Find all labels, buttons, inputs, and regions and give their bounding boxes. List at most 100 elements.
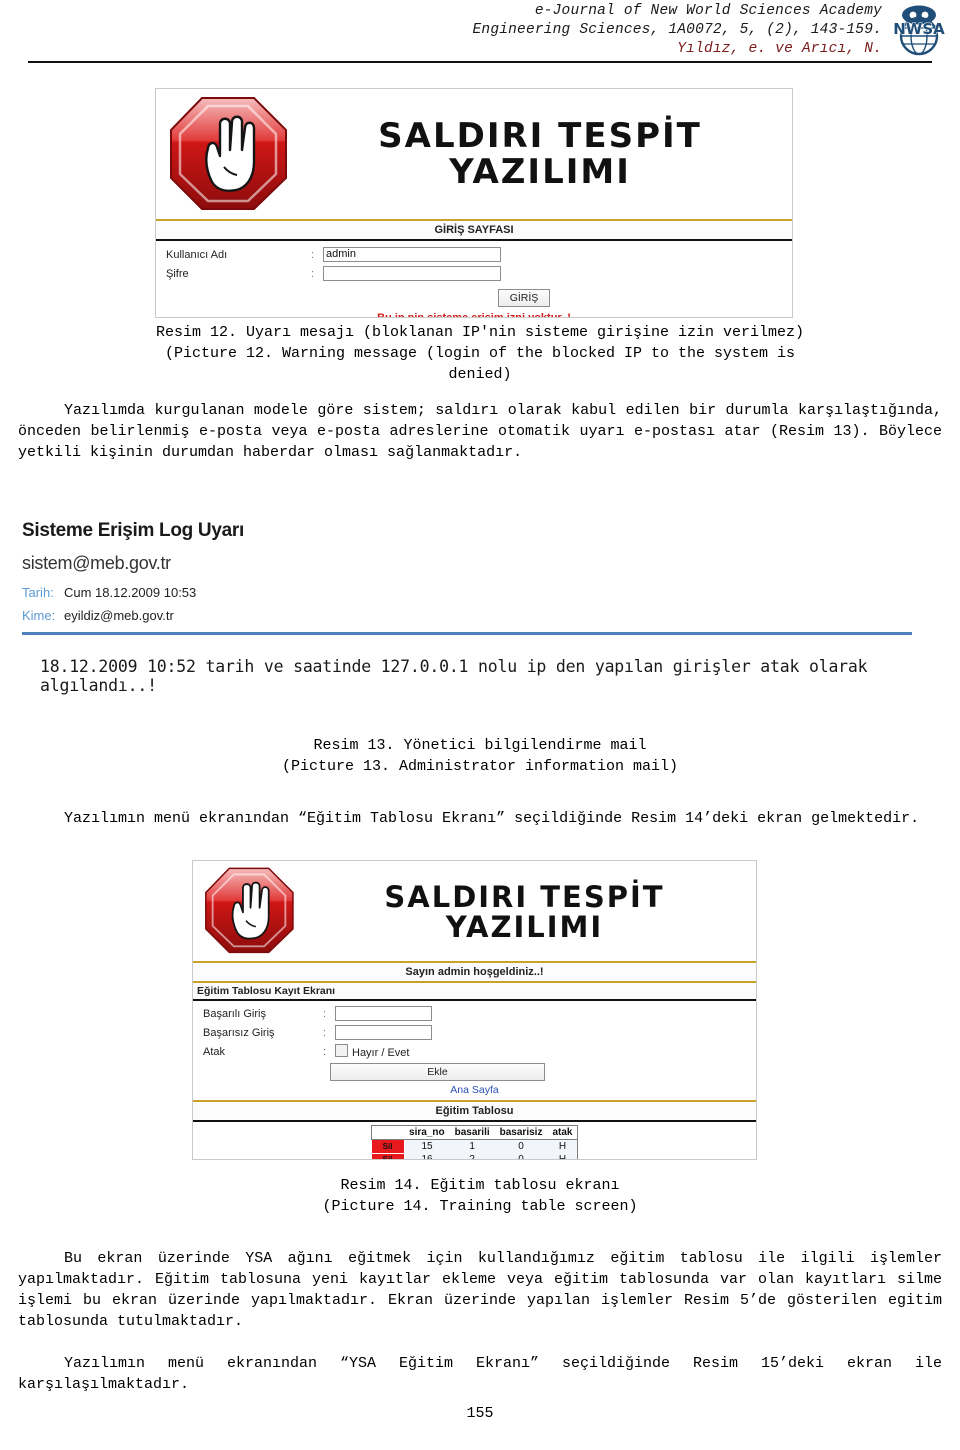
screenshot-training-table: SALDIRI TESPİT YAZILIMI Sayın admin hoşg… bbox=[192, 860, 757, 1160]
home-page-link[interactable]: Ana Sayfa bbox=[193, 1084, 756, 1096]
paragraph-email-alert: Yazılımda kurgulanan modele göre sistem;… bbox=[18, 400, 942, 463]
cell-basarili: 1 bbox=[449, 1139, 495, 1153]
table-header-sira-no: sira_no bbox=[404, 1125, 450, 1140]
login-form: Kullanıcı Adı : Şifre : GİRİŞ Bu ip nin … bbox=[156, 241, 792, 317]
username-colon: : bbox=[311, 248, 315, 261]
nwsa-logo: NWSA bbox=[886, 4, 952, 56]
attack-checkbox[interactable] bbox=[335, 1044, 348, 1057]
svg-text:NWSA: NWSA bbox=[893, 20, 945, 38]
screenshot-admin-mail: Sisteme Erişim Log Uyarı sistem@meb.gov.… bbox=[22, 520, 922, 725]
app-banner: SALDIRI TESPİT YAZILIMI bbox=[156, 89, 792, 219]
password-colon: : bbox=[311, 267, 315, 280]
caption-picture-14: Resim 14. Eğitim tablosu ekranı (Picture… bbox=[0, 1175, 960, 1217]
app-title-line2: YAZILIMI bbox=[449, 152, 631, 192]
password-label: Şifre bbox=[166, 267, 189, 280]
paragraph-training-table-menu: Yazılımın menü ekranından “Eğitim Tablos… bbox=[18, 808, 942, 829]
screenshot-login-denied: SALDIRI TESPİT YAZILIMI GİRİŞ SAYFASI Ku… bbox=[155, 88, 793, 318]
password-input[interactable] bbox=[323, 266, 501, 281]
cell-basarisiz: 0 bbox=[494, 1153, 548, 1159]
delete-row-button[interactable]: Sil bbox=[370, 1152, 405, 1159]
paragraph-training-table-menu-text: Yazılımın menü ekranından “Eğitim Tablos… bbox=[64, 810, 920, 827]
caption-picture-12: Resim 12. Uyarı mesajı (bloklanan IP'nin… bbox=[0, 322, 960, 385]
mail-subject: Sisteme Erişim Log Uyarı bbox=[22, 520, 244, 541]
app-title: SALDIRI TESPİT YAZILIMI bbox=[294, 119, 786, 190]
paragraph-training-table-usage: Bu ekran üzerinde YSA ağını eğitmek için… bbox=[18, 1248, 942, 1332]
training-record-form: Başarılı Giriş : Başarısız Giriş : Atak … bbox=[193, 1001, 756, 1096]
failed-login-label: Başarısız Giriş bbox=[203, 1026, 275, 1039]
username-row: Kullanıcı Adı : bbox=[156, 245, 792, 264]
training-table-bar: Eğitim Tablosu bbox=[193, 1102, 756, 1120]
journal-citation-line: Engineering Sciences, 1A0072, 5, (2), 14… bbox=[472, 22, 882, 38]
caption-14-line1: Resim 14. Eğitim tablosu ekranı bbox=[340, 1177, 620, 1194]
caption-12-line2: (Picture 12. Warning message (login of t… bbox=[164, 345, 796, 362]
stop-hand-icon bbox=[162, 90, 294, 221]
header-divider bbox=[28, 61, 932, 63]
mail-from-address: sistem@meb.gov.tr bbox=[22, 553, 171, 573]
caption-picture-13: Resim 13. Yönetici bilgilendirme mail (P… bbox=[0, 735, 960, 777]
cell-sira-no: 16 bbox=[404, 1153, 450, 1159]
app-title-2-line2: YAZILIMI bbox=[445, 910, 604, 944]
journal-title-line: e-Journal of New World Sciences Academy bbox=[534, 3, 882, 19]
table-header-atak: atak bbox=[547, 1125, 578, 1140]
username-input[interactable] bbox=[323, 247, 501, 262]
caption-12-line1: Resim 12. Uyarı mesajı (bloklanan IP'nin… bbox=[155, 324, 805, 341]
stop-hand-icon bbox=[199, 862, 299, 963]
attack-colon: : bbox=[323, 1045, 327, 1058]
username-label: Kullanıcı Adı bbox=[166, 248, 228, 261]
mail-to-row: Kime: eyildiz@meb.gov.tr bbox=[22, 608, 922, 623]
add-record-button[interactable]: Ekle bbox=[330, 1063, 545, 1081]
attack-label: Atak bbox=[203, 1045, 226, 1058]
cell-atak: H bbox=[547, 1139, 578, 1153]
success-login-row: Başarılı Giriş : bbox=[193, 1004, 756, 1023]
mail-date-value: Cum 18.12.2009 10:53 bbox=[64, 585, 197, 600]
welcome-bar: Sayın admin hoşgeldiniz..! bbox=[193, 963, 756, 981]
attack-row: Atak : Hayır / Evet bbox=[193, 1042, 756, 1061]
paragraph-ysa-training-menu: Yazılımın menü ekranından “YSA Eğitim Ek… bbox=[18, 1353, 942, 1395]
caption-14-line2: (Picture 14. Training table screen) bbox=[322, 1198, 638, 1215]
cell-sira-no: 15 bbox=[404, 1139, 450, 1153]
failed-login-input[interactable] bbox=[335, 1025, 432, 1040]
failed-login-row: Başarısız Giriş : bbox=[193, 1023, 756, 1042]
app-title-line1: SALDIRI TESPİT bbox=[378, 116, 702, 157]
page-header: e-Journal of New World Sciences Academy … bbox=[0, 0, 960, 63]
add-button-row: Ekle bbox=[193, 1063, 756, 1081]
paragraph-email-alert-text: Yazılımda kurgulanan modele göre sistem;… bbox=[18, 402, 942, 461]
success-login-label: Başarılı Giriş bbox=[203, 1007, 266, 1020]
mail-date-row: Tarih: Cum 18.12.2009 10:53 bbox=[22, 585, 922, 600]
mail-header-divider bbox=[22, 632, 912, 635]
paragraph-ysa-training-menu-text: Yazılımın menü ekranından “YSA Eğitim Ek… bbox=[18, 1355, 942, 1393]
app-title-2: SALDIRI TESPİT YAZILIMI bbox=[299, 879, 750, 944]
cell-basarili: 2 bbox=[449, 1153, 495, 1159]
login-page-bar: GİRİŞ SAYFASI bbox=[156, 221, 792, 239]
section-bar-record-screen: Eğitim Tablosu Kayıt Ekranı bbox=[193, 983, 756, 999]
journal-authors-line: Yıldız, e. ve Arıcı, N. bbox=[677, 41, 882, 57]
table-header-row: sira_no basarili basarisiz atak bbox=[371, 1125, 578, 1140]
app-title-2-line1: SALDIRI TESPİT bbox=[384, 879, 665, 914]
cell-basarisiz: 0 bbox=[494, 1139, 548, 1153]
training-data-table: sira_no basarili basarisiz atak Sil 15 1… bbox=[370, 1125, 579, 1159]
caption-13-line2: (Picture 13. Administrator information m… bbox=[281, 758, 679, 775]
table-header-delete bbox=[371, 1125, 405, 1140]
caption-12-line3: denied) bbox=[448, 366, 512, 383]
mail-date-label: Tarih: bbox=[22, 585, 54, 600]
login-button-row: GİRİŞ bbox=[156, 289, 792, 307]
mail-to-value: eyildiz@meb.gov.tr bbox=[64, 608, 174, 623]
app-banner-2: SALDIRI TESPİT YAZILIMI bbox=[193, 861, 756, 961]
page-number: 155 bbox=[466, 1405, 494, 1422]
attack-checkbox-wrapper[interactable]: Hayır / Evet bbox=[335, 1044, 409, 1059]
failed-login-colon: : bbox=[323, 1026, 327, 1039]
table-header-basarili: basarili bbox=[449, 1125, 495, 1140]
delete-row-button[interactable]: Sil bbox=[370, 1139, 405, 1154]
login-button[interactable]: GİRİŞ bbox=[498, 289, 550, 307]
cell-atak: H bbox=[547, 1153, 578, 1159]
success-login-input[interactable] bbox=[335, 1006, 432, 1021]
table-row: Sil 15 1 0 H bbox=[370, 1139, 578, 1154]
success-login-colon: : bbox=[323, 1007, 327, 1020]
journal-header-text: e-Journal of New World Sciences Academy … bbox=[362, 2, 882, 59]
table-row: Sil 16 2 0 H bbox=[370, 1152, 578, 1159]
attack-checkbox-label: Hayır / Evet bbox=[352, 1047, 410, 1059]
caption-13-line1: Resim 13. Yönetici bilgilendirme mail bbox=[313, 737, 647, 754]
training-table-wrapper: sira_no basarili basarisiz atak Sil 15 1… bbox=[193, 1122, 756, 1159]
mail-body-text: 18.12.2009 10:52 tarih ve saatinde 127.0… bbox=[40, 657, 868, 695]
mail-to-label: Kime: bbox=[22, 608, 56, 623]
